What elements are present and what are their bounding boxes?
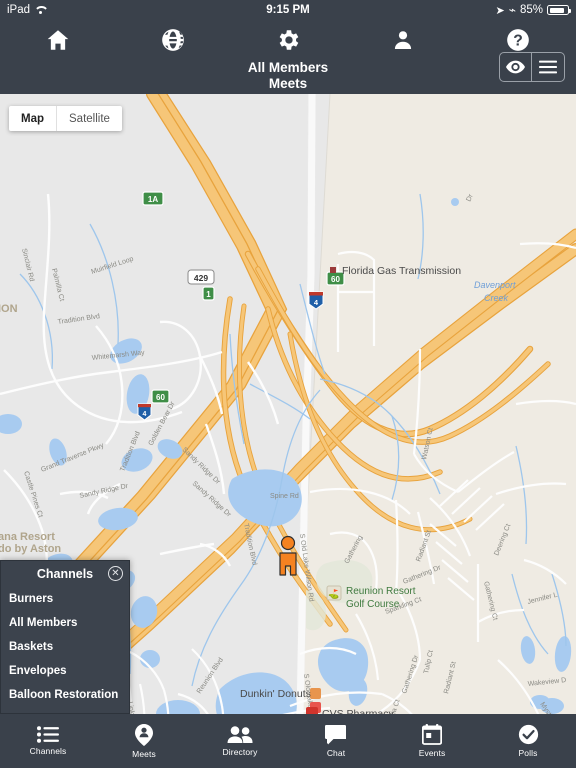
home-button[interactable] [0,27,115,53]
app-root: iPad 9:15 PM ➤ ⌁ 85% ? All Members Meets… [0,0,576,768]
map-type-toggle[interactable]: Map Satellite [9,106,122,131]
svg-text:1: 1 [206,290,211,299]
top-toolbar: ? All Members Meets [0,20,576,94]
page-title: All Members Meets [0,60,576,92]
gear-icon [275,27,301,53]
toolbar-icon-row: ? [0,20,576,60]
map-type-satellite[interactable]: Satellite [56,106,122,131]
svg-text:1A: 1A [148,195,158,204]
channels-panel-title: Channels [36,567,94,581]
svg-text:Davenport: Davenport [474,280,516,290]
globe-icon [160,27,186,53]
page-title-line1: All Members [247,60,329,75]
svg-text:60: 60 [331,275,340,284]
tab-chat[interactable]: Chat [288,714,384,768]
map-type-map[interactable]: Map [9,106,56,131]
svg-text:do by Aston: do by Aston [0,543,61,555]
bluetooth-icon: ⌁ [508,3,516,17]
svg-text:Dunkin' Donuts: Dunkin' Donuts [240,688,311,700]
tab-meets[interactable]: Meets [96,714,192,768]
svg-text:Reunion Resort: Reunion Resort [346,586,416,597]
settings-button[interactable] [230,27,345,53]
svg-text:?: ? [514,33,524,50]
tab-channels-label: Channels [29,746,67,756]
channels-panel-header: Channels ✕ [1,561,129,587]
status-bar-right: ➤ ⌁ 85% [495,3,571,17]
profile-button[interactable] [346,28,461,52]
tab-meets-label: Meets [132,748,156,759]
tab-chat-label: Chat [326,747,346,758]
svg-text:4: 4 [143,411,147,418]
tab-channels[interactable]: Channels [0,714,96,768]
svg-text:ana Resort: ana Resort [0,531,55,543]
help-icon: ? [505,27,531,53]
tab-polls[interactable]: Polls [480,714,576,768]
menu-button[interactable] [532,53,564,81]
battery-percent-label: 85% [519,4,543,16]
svg-text:60: 60 [156,393,165,402]
channel-item-envelopes[interactable]: Envelopes [1,659,129,683]
channels-list: Burners All Members Baskets Envelopes Ba… [1,587,129,707]
svg-text:ION: ION [0,303,18,315]
tab-directory-label: Directory [222,746,258,757]
svg-text:Spine Rd: Spine Rd [270,493,299,500]
map-pin-person-icon [135,723,153,746]
hamburger-menu-icon [539,60,557,74]
visibility-button[interactable] [500,53,532,81]
tab-events[interactable]: Events [384,714,480,768]
svg-text:Creek: Creek [484,293,509,303]
channels-panel: Channels ✕ Burners All Members Baskets E… [0,560,130,714]
channel-item-balloon-restoration[interactable]: Balloon Restoration [1,683,129,707]
tab-directory[interactable]: Directory [192,714,288,768]
list-icon [37,726,59,743]
tab-polls-label: Polls [518,748,538,758]
map-view[interactable]: .rd { stroke:#fdfdfd; fill:none; } .rd2 … [0,94,576,714]
help-button[interactable]: ? [461,27,576,53]
tab-events-label: Events [418,748,446,758]
status-bar: iPad 9:15 PM ➤ ⌁ 85% [0,0,576,20]
svg-text:Florida Gas Transmission: Florida Gas Transmission [342,265,461,277]
people-icon [227,725,253,744]
status-bar-time: 9:15 PM [266,4,310,16]
svg-text:Golf Course: Golf Course [346,599,400,610]
speech-bubble-icon [325,724,347,745]
svg-text:⛳: ⛳ [328,588,339,600]
home-icon [45,27,71,53]
channel-item-baskets[interactable]: Baskets [1,635,129,659]
check-circle-icon [518,724,539,745]
eye-icon [506,60,525,74]
person-icon [391,28,415,52]
location-arrow-icon: ➤ [495,4,505,17]
channel-item-all-members[interactable]: All Members [1,611,129,635]
svg-text:429: 429 [194,273,208,283]
toolbar-segmented-control [499,52,565,82]
close-circle-icon[interactable]: ✕ [108,566,123,581]
page-title-line2: Meets [268,76,308,91]
battery-icon [547,5,571,15]
calendar-icon [422,724,442,745]
channel-item-burners[interactable]: Burners [1,587,129,611]
bottom-tab-bar: Channels Meets Directory Chat Events Pol… [0,714,576,768]
globe-button[interactable] [115,27,230,53]
